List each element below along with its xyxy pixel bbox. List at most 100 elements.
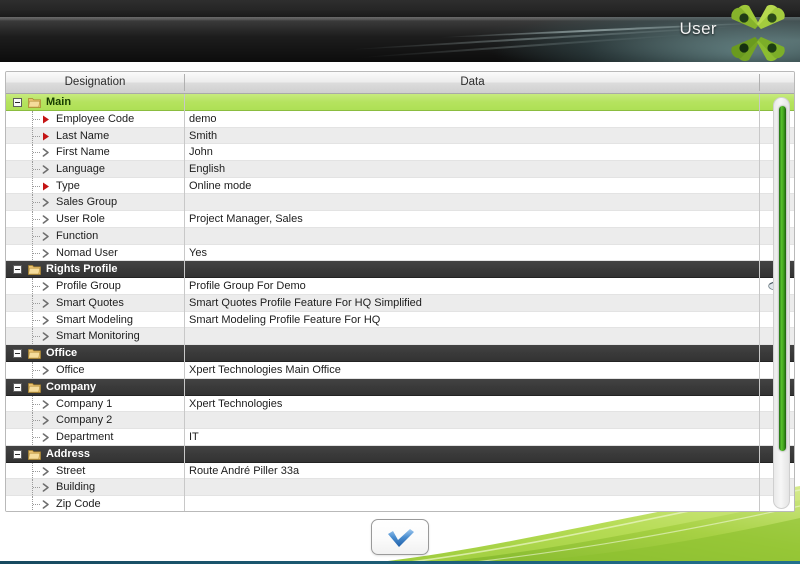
tree-guide-tick	[33, 404, 40, 405]
property-row[interactable]: Smart Monitoring	[6, 328, 794, 345]
property-row[interactable]: Function	[6, 228, 794, 245]
group-data-cell	[185, 94, 759, 110]
grid-header-row: Designation Data	[6, 72, 794, 94]
row-designation-cell: User Role	[6, 211, 184, 227]
property-row[interactable]: Office Xpert Technologies Main Office	[6, 362, 794, 379]
row-label: Department	[56, 429, 113, 445]
property-row[interactable]: Street Route André Piller 33a	[6, 463, 794, 480]
tree-guide-tick	[33, 370, 40, 371]
property-row[interactable]: Smart ModelingSmart Modeling Profile Fea…	[6, 312, 794, 329]
row-designation-cell: Last Name	[6, 128, 184, 144]
row-value[interactable]: Smith	[185, 128, 759, 144]
group-label: Address	[46, 446, 90, 462]
row-value[interactable]: John	[185, 144, 759, 160]
row-label: Office	[56, 362, 85, 378]
collapse-minus-icon[interactable]	[13, 383, 22, 392]
row-value[interactable]	[185, 412, 759, 428]
row-label: Type	[56, 178, 80, 194]
property-row[interactable]: User Role Project Manager, Sales	[6, 211, 794, 228]
row-designation-cell: Department	[6, 429, 184, 445]
property-row[interactable]: Profile Group Profile Group For Demo	[6, 278, 794, 295]
property-row[interactable]: Sales Group	[6, 194, 794, 211]
confirm-button[interactable]	[371, 519, 429, 555]
tree-guide-tick	[33, 286, 40, 287]
row-value[interactable]: Yes	[185, 245, 759, 261]
page-title: User	[680, 19, 718, 39]
property-row[interactable]: Smart Quotes Smart Quotes Profile Feature…	[6, 295, 794, 312]
four-petal-flower-logo	[722, 3, 794, 62]
row-value[interactable]	[185, 496, 759, 511]
property-row[interactable]: Last Name Smith	[6, 128, 794, 145]
column-separator	[184, 74, 185, 91]
row-value[interactable]: Smart Quotes Profile Feature For HQ Simp…	[185, 295, 759, 311]
tree-guide-tick	[33, 336, 40, 337]
header-top-band	[0, 0, 800, 17]
group-row[interactable]: Office	[6, 345, 794, 362]
row-value[interactable]	[185, 228, 759, 244]
column-header-designation[interactable]: Designation	[6, 72, 184, 93]
property-row[interactable]: Type Online mode	[6, 178, 794, 195]
row-value[interactable]: Profile Group For Demo	[185, 278, 759, 294]
property-row[interactable]: Building	[6, 479, 794, 496]
row-value[interactable]: Project Manager, Sales	[185, 211, 759, 227]
row-value[interactable]: Xpert Technologies Main Office	[185, 362, 759, 378]
group-data-cell	[185, 379, 759, 395]
row-label: Company 1	[56, 396, 112, 412]
row-designation-cell: Sales Group	[6, 194, 184, 210]
column-separator	[759, 74, 760, 91]
property-row[interactable]: Company 1 Xpert Technologies	[6, 396, 794, 413]
row-value[interactable]: IT	[185, 429, 759, 445]
row-designation-cell: Smart Modeling	[6, 312, 184, 328]
row-value[interactable]: Route André Piller 33a	[185, 463, 759, 479]
vertical-scrollbar-thumb[interactable]	[779, 106, 786, 451]
collapse-minus-icon[interactable]	[13, 349, 22, 358]
property-row[interactable]: Company 2	[6, 412, 794, 429]
row-designation-cell: Street	[6, 463, 184, 479]
tree-guide-tick	[33, 320, 40, 321]
row-designation-cell: Company 2	[6, 412, 184, 428]
row-value[interactable]: demo	[185, 111, 759, 127]
row-value[interactable]: English	[185, 161, 759, 177]
property-row[interactable]: Department IT	[6, 429, 794, 446]
group-row[interactable]: Company	[6, 379, 794, 396]
group-designation-cell: Main	[6, 94, 184, 110]
property-row[interactable]: First Name John	[6, 144, 794, 161]
row-label: Street	[56, 463, 85, 479]
row-label: User Role	[56, 211, 105, 227]
row-label: Smart Quotes	[56, 295, 124, 311]
tree-guide-tick	[33, 219, 40, 220]
row-value[interactable]	[185, 328, 759, 344]
row-value[interactable]	[185, 194, 759, 210]
row-designation-cell: Profile Group	[6, 278, 184, 294]
tree-guide-tick	[33, 253, 40, 254]
group-row[interactable]: Rights Profile	[6, 261, 794, 278]
row-label: Smart Monitoring	[56, 328, 140, 344]
row-value[interactable]	[185, 479, 759, 495]
group-designation-cell: Address	[6, 446, 184, 462]
user-detail-screen: User	[0, 0, 800, 564]
row-designation-cell: Zip Code	[6, 496, 184, 511]
collapse-minus-icon[interactable]	[13, 98, 22, 107]
row-label: Last Name	[56, 128, 109, 144]
property-row[interactable]: LanguageEnglish	[6, 161, 794, 178]
row-designation-cell: Nomad User	[6, 245, 184, 261]
group-data-cell	[185, 345, 759, 361]
tree-guide-tick	[33, 202, 40, 203]
tree-guide-tick	[33, 136, 40, 137]
group-row[interactable]: Address	[6, 446, 794, 463]
tree-guide-tick	[33, 169, 40, 170]
group-row[interactable]: Main	[6, 94, 794, 111]
property-row[interactable]: Nomad UserYes	[6, 245, 794, 262]
collapse-minus-icon[interactable]	[13, 450, 22, 459]
vertical-scrollbar-track[interactable]	[773, 97, 790, 509]
row-value[interactable]: Online mode	[185, 178, 759, 194]
row-value[interactable]: Xpert Technologies	[185, 396, 759, 412]
row-label: First Name	[56, 144, 110, 160]
group-designation-cell: Company	[6, 379, 184, 395]
row-value[interactable]: Smart Modeling Profile Feature For HQ	[185, 312, 759, 328]
property-row[interactable]: Zip Code	[6, 496, 794, 511]
property-row[interactable]: Employee Codedemo	[6, 111, 794, 128]
row-label: Profile Group	[56, 278, 121, 294]
collapse-minus-icon[interactable]	[13, 265, 22, 274]
column-header-data[interactable]: Data	[185, 72, 760, 93]
